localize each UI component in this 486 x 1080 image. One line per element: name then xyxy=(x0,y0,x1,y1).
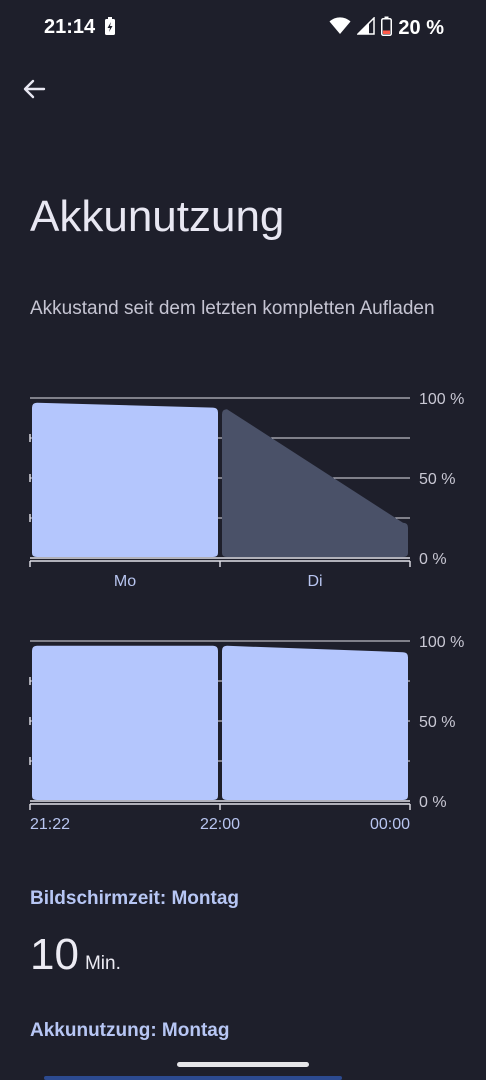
battery-level-chart-hours: 100 % 50 % 0 % 21:22 22:00 00:00 xyxy=(0,628,486,843)
arrow-left-icon xyxy=(23,79,46,99)
page-subtitle: Akkustand seit dem letzten kompletten Au… xyxy=(30,298,435,319)
battery-level-area-1 xyxy=(32,645,218,800)
battery-level-chart-days: 100 % 50 % 0 % Mo Di xyxy=(0,385,486,600)
page-title: Akkunutzung xyxy=(30,192,285,241)
usage-bar-preview xyxy=(44,1076,342,1080)
y-tick-label: 50 % xyxy=(419,471,455,488)
x-tick-label: 00:00 xyxy=(370,816,410,833)
screen-time-heading: Bildschirmzeit: Montag xyxy=(30,888,240,909)
battery-chart-days-svg: 100 % 50 % 0 % Mo Di xyxy=(29,391,464,590)
gesture-bar[interactable] xyxy=(177,1062,309,1067)
battery-usage-heading[interactable]: Akkunutzung: Montag xyxy=(30,1020,229,1042)
battery-level-area-2 xyxy=(222,645,408,800)
y-tick-label: 50 % xyxy=(419,714,455,731)
x-tick-label: 21:22 xyxy=(30,816,70,833)
y-tick-label: 0 % xyxy=(419,794,447,811)
back-button[interactable] xyxy=(20,74,50,104)
y-tick-label: 100 % xyxy=(419,634,464,651)
cell-signal-icon xyxy=(356,16,376,40)
status-time: 21:14 xyxy=(44,16,96,38)
charging-icon xyxy=(104,16,116,41)
battery-icon xyxy=(381,16,393,41)
battery-level-area-2 xyxy=(222,409,408,557)
screen-time-value: 10 Min. xyxy=(30,930,121,980)
y-tick-label: 100 % xyxy=(419,391,464,408)
x-tick-label: Di xyxy=(307,573,322,590)
battery-chart-hours-svg: 100 % 50 % 0 % 21:22 22:00 00:00 xyxy=(29,634,464,833)
battery-percent: 20 % xyxy=(398,17,444,39)
x-tick-label: 22:00 xyxy=(200,816,240,833)
battery-level-area-1 xyxy=(32,402,218,557)
status-bar: 21:14 20 % xyxy=(0,0,486,56)
x-tick-label: Mo xyxy=(114,573,136,590)
wifi-icon xyxy=(329,17,351,40)
y-tick-label: 0 % xyxy=(419,551,447,568)
screen-time-number: 10 xyxy=(30,930,79,979)
screen-time-unit: Min. xyxy=(84,953,121,974)
